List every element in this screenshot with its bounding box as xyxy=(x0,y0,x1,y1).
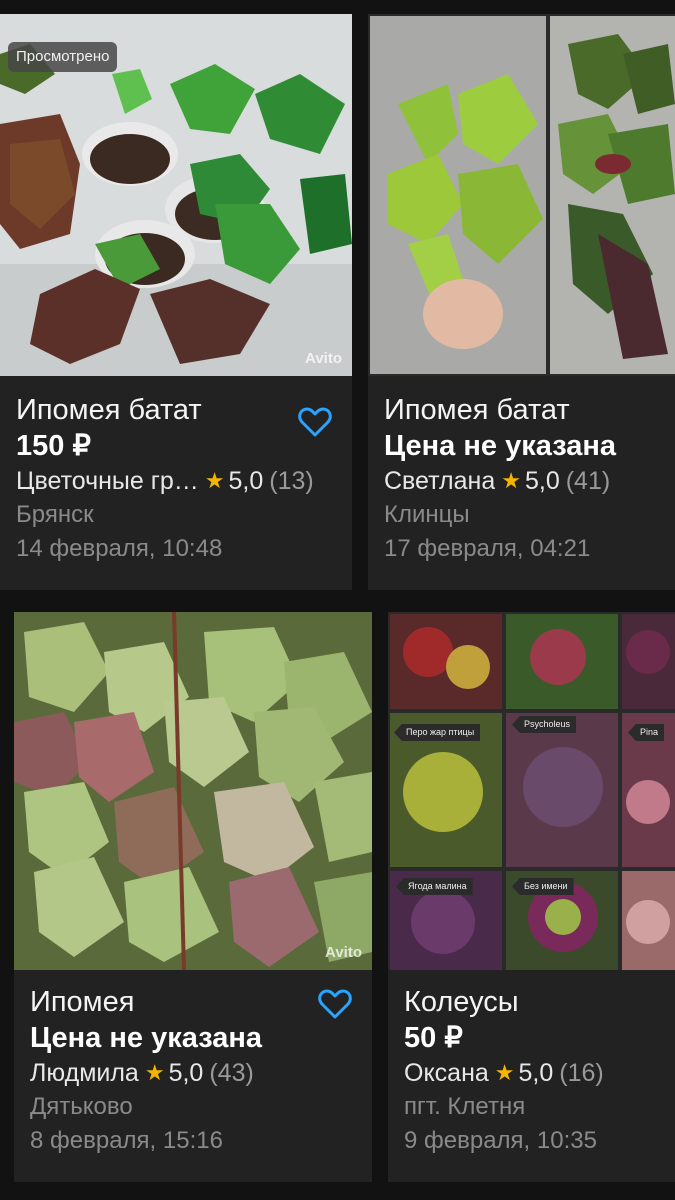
listing-city: Клинцы xyxy=(384,501,470,528)
listing-photo[interactable] xyxy=(368,14,675,376)
review-count: (13) xyxy=(269,467,314,495)
listing-price: Цена не указана xyxy=(30,1022,262,1054)
listing-title[interactable]: Колеусы xyxy=(404,984,659,1020)
collage-tag: Psycholeus xyxy=(512,716,577,733)
seller-name: Людмила xyxy=(30,1059,139,1087)
avito-watermark: Avito xyxy=(305,350,342,367)
listing-title[interactable]: Ипомея xyxy=(30,984,356,1020)
collage-tag: Без имени xyxy=(512,878,574,895)
avito-watermark: Avito xyxy=(325,944,362,961)
listing-title[interactable]: Ипомея батат xyxy=(16,392,336,428)
listing-photo[interactable]: Просмотрено Avito xyxy=(0,14,352,376)
seller-row[interactable]: Оксана ★ 5,0 (16) xyxy=(404,1056,659,1090)
star-icon: ★ xyxy=(494,1060,515,1085)
seller-row[interactable]: Людмила ★ 5,0 (43) xyxy=(30,1056,356,1090)
star-icon: ★ xyxy=(144,1060,165,1085)
listing-date: 9 февраля, 10:35 xyxy=(404,1127,597,1154)
review-count: (41) xyxy=(565,467,611,495)
seller-rating: 5,0 xyxy=(228,467,264,495)
listing-date: 14 февраля, 10:48 xyxy=(16,535,223,562)
listing-city: Дятьково xyxy=(30,1093,133,1120)
listing-price: 50 ₽ xyxy=(404,1022,463,1054)
seller-name: Светлана xyxy=(384,467,496,495)
plant-photo-image xyxy=(368,14,675,376)
review-count: (43) xyxy=(209,1059,254,1087)
collage-tag: Перо жар птицы xyxy=(394,724,481,741)
seller-name: Цветочные гр… xyxy=(16,467,199,495)
viewed-badge: Просмотрено xyxy=(8,42,118,72)
heart-outline-icon[interactable] xyxy=(318,988,352,1020)
listing-info: Ипомея батат Цена не указана Светлана ★ … xyxy=(368,392,675,590)
seller-rating: 5,0 xyxy=(518,1059,554,1087)
listing-card-ipomea[interactable]: Avito Ипомея Цена не указана Людмила ★ 5… xyxy=(14,612,372,1182)
listing-price: Цена не указана xyxy=(384,430,616,462)
seller-row[interactable]: Светлана ★ 5,0 (41) xyxy=(384,464,659,498)
seller-rating: 5,0 xyxy=(168,1059,204,1087)
listing-date: 17 февраля, 04:21 xyxy=(384,535,591,562)
star-icon: ★ xyxy=(501,468,521,493)
star-icon: ★ xyxy=(204,468,225,493)
seller-row[interactable]: Цветочные гр… ★ 5,0 (13) xyxy=(16,464,336,498)
listing-date: 8 февраля, 15:16 xyxy=(30,1127,223,1154)
review-count: (16) xyxy=(559,1059,604,1087)
listing-photo[interactable]: Перо жар птицы Psycholeus Pina Ягода мал… xyxy=(388,612,675,970)
coleus-collage-image xyxy=(388,612,675,970)
collage-tag: Ягода малина xyxy=(396,878,473,895)
plant-photo-image xyxy=(14,612,372,970)
listing-photo[interactable]: Avito xyxy=(14,612,372,970)
listing-info: Колеусы 50 ₽ Оксана ★ 5,0 (16) пгт. Клет… xyxy=(388,984,675,1182)
seller-rating: 5,0 xyxy=(524,467,560,495)
listing-card-coleus[interactable]: Перо жар птицы Psycholeus Pina Ягода мал… xyxy=(388,612,675,1182)
listing-card-ipomea-batat-2[interactable]: Ипомея батат Цена не указана Светлана ★ … xyxy=(368,14,675,590)
listing-city: пгт. Клетня xyxy=(404,1093,526,1120)
listing-price: 150 ₽ xyxy=(16,430,91,462)
heart-outline-icon[interactable] xyxy=(298,406,332,438)
listing-card-ipomea-batat-1[interactable]: Просмотрено Avito Ипомея батат 150 ₽ Цве… xyxy=(0,14,352,590)
listing-city: Брянск xyxy=(16,501,94,528)
seller-name: Оксана xyxy=(404,1059,489,1087)
listing-title[interactable]: Ипомея батат xyxy=(384,392,659,428)
